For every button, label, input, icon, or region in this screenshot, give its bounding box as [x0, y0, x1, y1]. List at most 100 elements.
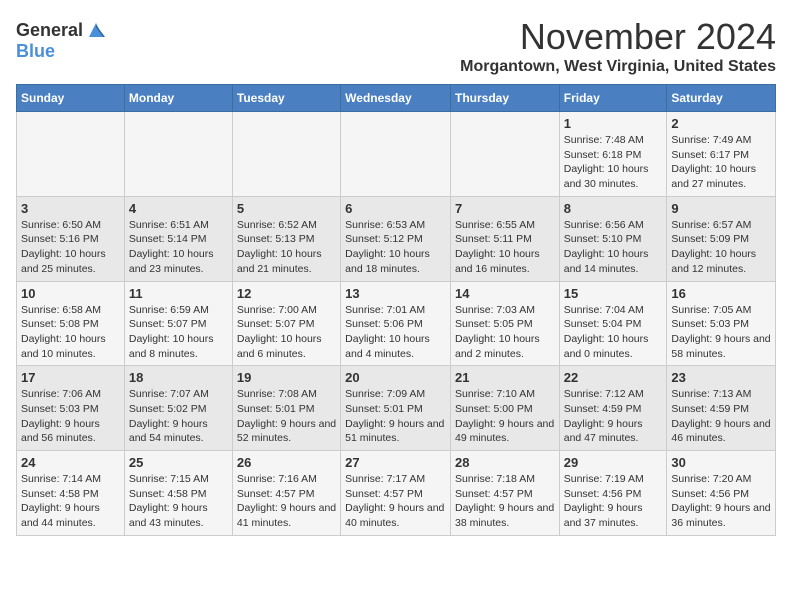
- day-number: 9: [671, 201, 771, 216]
- location-text: Morgantown, West Virginia, United States: [460, 58, 776, 76]
- day-info: Sunrise: 7:17 AMSunset: 4:57 PMDaylight:…: [345, 472, 446, 531]
- month-title: November 2024: [460, 16, 776, 58]
- day-number: 10: [21, 286, 120, 301]
- day-info: Sunrise: 7:01 AMSunset: 5:06 PMDaylight:…: [345, 303, 446, 362]
- day-info: Sunrise: 6:59 AMSunset: 5:07 PMDaylight:…: [129, 303, 228, 362]
- calendar-cell: 18Sunrise: 7:07 AMSunset: 5:02 PMDayligh…: [124, 366, 232, 451]
- day-number: 20: [345, 370, 446, 385]
- day-info: Sunrise: 7:16 AMSunset: 4:57 PMDaylight:…: [237, 472, 336, 531]
- calendar-cell: 20 Sunrise: 7:09 AMSunset: 5:01 PMDayligh…: [341, 366, 451, 451]
- col-header-monday: Monday: [124, 85, 232, 112]
- calendar-cell: 26 Sunrise: 7:16 AMSunset: 4:57 PMDayligh…: [232, 451, 340, 536]
- day-number: 28: [455, 455, 555, 470]
- calendar-cell: 4 Sunrise: 6:51 AMSunset: 5:14 PMDaylight…: [124, 196, 232, 281]
- page-header: General Blue November 2024 Morgantown, W…: [16, 16, 776, 76]
- calendar-cell: [341, 112, 451, 197]
- calendar-cell: 15 Sunrise: 7:04 AMSunset: 5:04 PMDayligh…: [559, 281, 667, 366]
- calendar-cell: 14Sunrise: 7:03 AMSunset: 5:05 PMDayligh…: [450, 281, 559, 366]
- day-number: 8: [564, 201, 663, 216]
- day-number: 19: [237, 370, 336, 385]
- day-number: 22: [564, 370, 663, 385]
- day-number: 27: [345, 455, 446, 470]
- calendar-cell: 23 Sunrise: 7:13 AMSunset: 4:59 PMDayligh…: [667, 366, 776, 451]
- col-header-saturday: Saturday: [667, 85, 776, 112]
- day-info: Sunrise: 7:06 AMSunset: 5:03 PMDaylight:…: [21, 387, 120, 446]
- day-info: Sunrise: 7:05 AMSunset: 5:03 PMDaylight:…: [671, 303, 771, 362]
- day-info: Sunrise: 6:57 AMSunset: 5:09 PMDaylight:…: [671, 218, 771, 277]
- calendar-cell: [17, 112, 125, 197]
- day-number: 29: [564, 455, 663, 470]
- calendar-cell: [124, 112, 232, 197]
- calendar-cell: 11 Sunrise: 6:59 AMSunset: 5:07 PMDayligh…: [124, 281, 232, 366]
- col-header-friday: Friday: [559, 85, 667, 112]
- day-info: Sunrise: 7:19 AMSunset: 4:56 PMDaylight:…: [564, 472, 663, 531]
- day-info: Sunrise: 7:18 AMSunset: 4:57 PMDaylight:…: [455, 472, 555, 531]
- calendar-table: SundayMondayTuesdayWednesdayThursdayFrid…: [16, 84, 776, 536]
- calendar-cell: 17 Sunrise: 7:06 AMSunset: 5:03 PMDayligh…: [17, 366, 125, 451]
- calendar-cell: 3 Sunrise: 6:50 AMSunset: 5:16 PMDaylight…: [17, 196, 125, 281]
- logo: General Blue: [16, 20, 107, 62]
- calendar-cell: 5 Sunrise: 6:52 AMSunset: 5:13 PMDaylight…: [232, 196, 340, 281]
- day-info: Sunrise: 7:13 AMSunset: 4:59 PMDaylight:…: [671, 387, 771, 446]
- day-number: 4: [129, 201, 228, 216]
- day-info: Sunrise: 6:50 AMSunset: 5:16 PMDaylight:…: [21, 218, 120, 277]
- calendar-week-row: 1Sunrise: 7:48 AMSunset: 6:18 PMDaylight…: [17, 112, 776, 197]
- col-header-wednesday: Wednesday: [341, 85, 451, 112]
- day-number: 3: [21, 201, 120, 216]
- calendar-cell: 29 Sunrise: 7:19 AMSunset: 4:56 PMDayligh…: [559, 451, 667, 536]
- calendar-cell: 8 Sunrise: 6:56 AMSunset: 5:10 PMDaylight…: [559, 196, 667, 281]
- calendar-cell: 6 Sunrise: 6:53 AMSunset: 5:12 PMDaylight…: [341, 196, 451, 281]
- day-number: 12: [237, 286, 336, 301]
- day-info: Sunrise: 6:58 AMSunset: 5:08 PMDaylight:…: [21, 303, 120, 362]
- calendar-cell: 27 Sunrise: 7:17 AMSunset: 4:57 PMDayligh…: [341, 451, 451, 536]
- day-number: 6: [345, 201, 446, 216]
- calendar-cell: 25 Sunrise: 7:15 AMSunset: 4:58 PMDayligh…: [124, 451, 232, 536]
- calendar-cell: 16 Sunrise: 7:05 AMSunset: 5:03 PMDayligh…: [667, 281, 776, 366]
- day-info: Sunrise: 6:51 AMSunset: 5:14 PMDaylight:…: [129, 218, 228, 277]
- day-info: Sunrise: 7:07 AMSunset: 5:02 PMDaylight:…: [129, 387, 228, 446]
- calendar-week-row: 3 Sunrise: 6:50 AMSunset: 5:16 PMDaylight…: [17, 196, 776, 281]
- day-number: 26: [237, 455, 336, 470]
- day-info: Sunrise: 7:04 AMSunset: 5:04 PMDaylight:…: [564, 303, 663, 362]
- calendar-cell: 22 Sunrise: 7:12 AMSunset: 4:59 PMDayligh…: [559, 366, 667, 451]
- day-number: 2: [671, 116, 771, 131]
- day-number: 5: [237, 201, 336, 216]
- calendar-cell: 28 Sunrise: 7:18 AMSunset: 4:57 PMDayligh…: [450, 451, 559, 536]
- day-number: 16: [671, 286, 771, 301]
- day-number: 25: [129, 455, 228, 470]
- calendar-cell: 19Sunrise: 7:08 AMSunset: 5:01 PMDayligh…: [232, 366, 340, 451]
- day-info: Sunrise: 7:09 AMSunset: 5:01 PMDaylight:…: [345, 387, 446, 446]
- day-number: 30: [671, 455, 771, 470]
- day-info: Sunrise: 7:15 AMSunset: 4:58 PMDaylight:…: [129, 472, 228, 531]
- calendar-cell: 9 Sunrise: 6:57 AMSunset: 5:09 PMDaylight…: [667, 196, 776, 281]
- day-number: 14: [455, 286, 555, 301]
- day-info: Sunrise: 7:12 AMSunset: 4:59 PMDaylight:…: [564, 387, 663, 446]
- day-number: 11: [129, 286, 228, 301]
- calendar-cell: 24Sunrise: 7:14 AMSunset: 4:58 PMDayligh…: [17, 451, 125, 536]
- day-info: Sunrise: 7:00 AMSunset: 5:07 PMDaylight:…: [237, 303, 336, 362]
- day-info: Sunrise: 7:48 AMSunset: 6:18 PMDaylight:…: [564, 133, 663, 192]
- col-header-tuesday: Tuesday: [232, 85, 340, 112]
- day-info: Sunrise: 7:20 AMSunset: 4:56 PMDaylight:…: [671, 472, 771, 531]
- title-section: November 2024 Morgantown, West Virginia,…: [460, 16, 776, 76]
- calendar-cell: 21Sunrise: 7:10 AMSunset: 5:00 PMDayligh…: [450, 366, 559, 451]
- calendar-week-row: 10 Sunrise: 6:58 AMSunset: 5:08 PMDayligh…: [17, 281, 776, 366]
- day-info: Sunrise: 7:10 AMSunset: 5:00 PMDaylight:…: [455, 387, 555, 446]
- calendar-cell: 30 Sunrise: 7:20 AMSunset: 4:56 PMDayligh…: [667, 451, 776, 536]
- col-header-sunday: Sunday: [17, 85, 125, 112]
- day-info: Sunrise: 7:49 AMSunset: 6:17 PMDaylight:…: [671, 133, 771, 192]
- calendar-cell: [232, 112, 340, 197]
- day-info: Sunrise: 6:55 AMSunset: 5:11 PMDaylight:…: [455, 218, 555, 277]
- day-info: Sunrise: 6:53 AMSunset: 5:12 PMDaylight:…: [345, 218, 446, 277]
- day-info: Sunrise: 6:56 AMSunset: 5:10 PMDaylight:…: [564, 218, 663, 277]
- calendar-header-row: SundayMondayTuesdayWednesdayThursdayFrid…: [17, 85, 776, 112]
- calendar-week-row: 24Sunrise: 7:14 AMSunset: 4:58 PMDayligh…: [17, 451, 776, 536]
- day-number: 23: [671, 370, 771, 385]
- day-number: 17: [21, 370, 120, 385]
- day-number: 7: [455, 201, 555, 216]
- logo-general-text: General: [16, 20, 83, 41]
- day-info: Sunrise: 6:52 AMSunset: 5:13 PMDaylight:…: [237, 218, 336, 277]
- logo-blue-text: Blue: [16, 41, 55, 61]
- day-number: 15: [564, 286, 663, 301]
- col-header-thursday: Thursday: [450, 85, 559, 112]
